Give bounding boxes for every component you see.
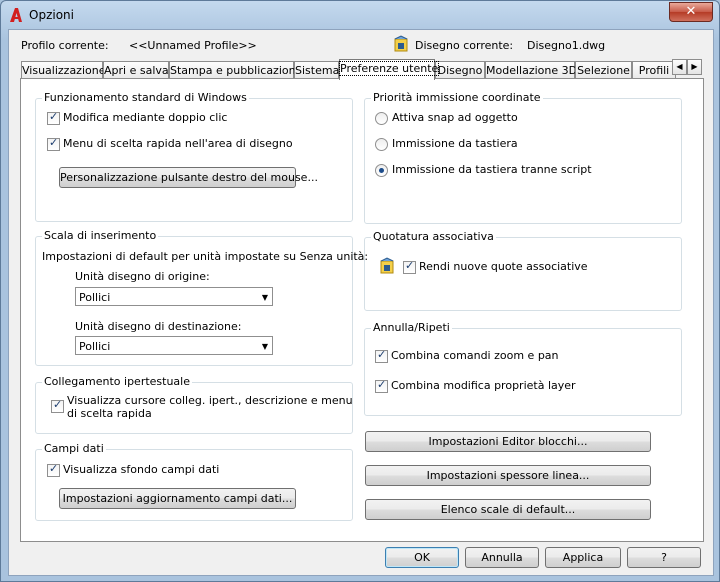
associative-dim-label[interactable]: Rendi nuove quote associative: [419, 260, 588, 273]
source-units-select[interactable]: Pollici ▼: [75, 287, 273, 306]
insertion-scale-description: Impostazioni di default per unità impost…: [42, 250, 369, 263]
combine-zoom-pan-checkbox[interactable]: [375, 348, 388, 363]
lineweight-settings-button[interactable]: Impostazioni spessore linea...: [365, 465, 651, 486]
tab-scroll-right-icon[interactable]: ▶: [687, 59, 702, 75]
right-click-customization-button[interactable]: Personalizzazione pulsante destro del mo…: [59, 167, 318, 188]
combine-zoom-pan-label[interactable]: Combina comandi zoom e pan: [391, 349, 559, 362]
cancel-button[interactable]: Annulla: [465, 547, 539, 568]
tab-stampa[interactable]: Stampa e pubblicazione: [169, 61, 302, 79]
combine-layer-label[interactable]: Combina modifica proprietà layer: [391, 379, 576, 392]
tab-disegno[interactable]: Disegno: [435, 61, 485, 79]
radio-snap[interactable]: [375, 112, 388, 125]
target-units-label: Unità disegno di destinazione:: [75, 320, 242, 333]
tab-label: Preferenze utente: [338, 61, 440, 76]
select-value: Pollici: [79, 340, 111, 353]
radio-keyboard-label[interactable]: Immissione da tastiera: [392, 137, 518, 150]
associative-dimension-group: Quotatura associativa Rendi nuove quote …: [364, 230, 682, 311]
tab-selezione[interactable]: Selezione: [575, 61, 632, 79]
double-click-label[interactable]: Modifica mediante doppio clic: [63, 111, 227, 124]
hyperlink-option-line1[interactable]: Visualizza cursore colleg. ipert., descr…: [67, 394, 353, 407]
associative-dim-checkbox[interactable]: [403, 259, 416, 274]
shortcut-menu-checkbox[interactable]: [47, 136, 60, 151]
tab-profili[interactable]: Profili: [632, 61, 676, 79]
tab-label: Selezione: [577, 64, 630, 77]
current-drawing-label: Disegno corrente:: [415, 39, 514, 52]
group-title: Annulla/Ripeti: [371, 321, 452, 334]
title-bar[interactable]: Opzioni ✕: [1, 1, 719, 29]
tab-label: Modellazione 3D: [486, 64, 578, 77]
field-background-checkbox[interactable]: [47, 462, 60, 477]
fields-group: Campi dati Visualizza sfondo campi dati …: [35, 442, 353, 521]
drawing-file-icon: [394, 35, 408, 52]
help-button[interactable]: ?: [627, 547, 701, 568]
tab-label: Profili: [638, 64, 670, 77]
hyperlink-group: Collegamento ipertestuale Visualizza cur…: [35, 375, 353, 434]
tab-preferenze-utente[interactable]: Preferenze utente: [338, 59, 440, 80]
preferenze-utente-panel: Funzionamento standard di Windows Modifi…: [20, 78, 704, 542]
radio-keyboard-except-scripts-label[interactable]: Immissione da tastiera tranne script: [392, 163, 592, 176]
tab-label: Visualizzazione: [22, 64, 106, 77]
current-profile-value: <<Unnamed Profile>>: [129, 39, 257, 52]
tab-modellazione-3d[interactable]: Modellazione 3D: [485, 61, 578, 79]
insertion-scale-group: Scala di inserimento Impostazioni di def…: [35, 229, 368, 366]
window-title: Opzioni: [29, 8, 74, 22]
tab-label: Disegno: [437, 64, 483, 77]
field-background-label[interactable]: Visualizza sfondo campi dati: [63, 463, 219, 476]
options-dialog: Opzioni ✕ Profilo corrente: <<Unnamed Pr…: [0, 0, 720, 582]
group-title: Quotatura associativa: [371, 230, 496, 243]
source-units-label: Unità disegno di origine:: [75, 270, 210, 283]
tab-scroll-left-icon[interactable]: ◀: [672, 59, 687, 75]
associative-dimension-icon: [380, 257, 394, 274]
shortcut-menu-label[interactable]: Menu di scelta rapida nell'area di diseg…: [63, 137, 293, 150]
undo-redo-group: Annulla/Ripeti Combina comandi zoom e pa…: [364, 321, 682, 416]
tab-label: Apri e salva: [104, 64, 169, 77]
autocad-logo-icon: [10, 8, 22, 22]
radio-keyboard-except-scripts[interactable]: [375, 164, 388, 177]
windows-behavior-group: Funzionamento standard di Windows Modifi…: [35, 91, 353, 222]
dropdown-arrow-icon: ▼: [261, 342, 268, 351]
hyperlink-option-line2[interactable]: di scelta rapida: [67, 407, 152, 420]
block-editor-settings-button[interactable]: Impostazioni Editor blocchi...: [365, 431, 651, 452]
group-title: Campi dati: [42, 442, 106, 455]
hyperlink-cursor-checkbox[interactable]: [51, 398, 64, 413]
close-button[interactable]: ✕: [669, 2, 713, 22]
radio-keyboard[interactable]: [375, 138, 388, 151]
group-title: Priorità immissione coordinate: [371, 91, 543, 104]
default-scale-list-button[interactable]: Elenco scale di default...: [365, 499, 651, 520]
current-drawing-value: Disegno1.dwg: [527, 39, 606, 52]
group-title: Collegamento ipertestuale: [42, 375, 192, 388]
coordinate-priority-group: Priorità immissione coordinate Attiva sn…: [364, 91, 682, 224]
radio-snap-label[interactable]: Attiva snap ad oggetto: [392, 111, 518, 124]
combine-layer-checkbox[interactable]: [375, 378, 388, 393]
dialog-client-area: Profilo corrente: <<Unnamed Profile>> Di…: [8, 29, 714, 576]
double-click-checkbox[interactable]: [47, 110, 60, 125]
group-title: Scala di inserimento: [42, 229, 159, 242]
select-value: Pollici: [79, 291, 111, 304]
tab-apri-e-salva[interactable]: Apri e salva: [103, 61, 169, 79]
ok-button[interactable]: OK: [385, 547, 459, 568]
apply-button[interactable]: Applica: [545, 547, 621, 568]
tab-sistema[interactable]: Sistema: [294, 61, 339, 79]
current-profile-label: Profilo corrente:: [21, 39, 109, 52]
dropdown-arrow-icon: ▼: [261, 293, 268, 302]
target-units-select[interactable]: Pollici ▼: [75, 336, 273, 355]
tab-label: Stampa e pubblicazione: [170, 64, 303, 77]
tab-visualizzazione[interactable]: Visualizzazione: [21, 61, 106, 79]
group-title: Funzionamento standard di Windows: [42, 91, 249, 104]
tab-label: Sistema: [295, 64, 340, 77]
field-update-settings-button[interactable]: Impostazioni aggiornamento campi dati...: [59, 488, 296, 509]
